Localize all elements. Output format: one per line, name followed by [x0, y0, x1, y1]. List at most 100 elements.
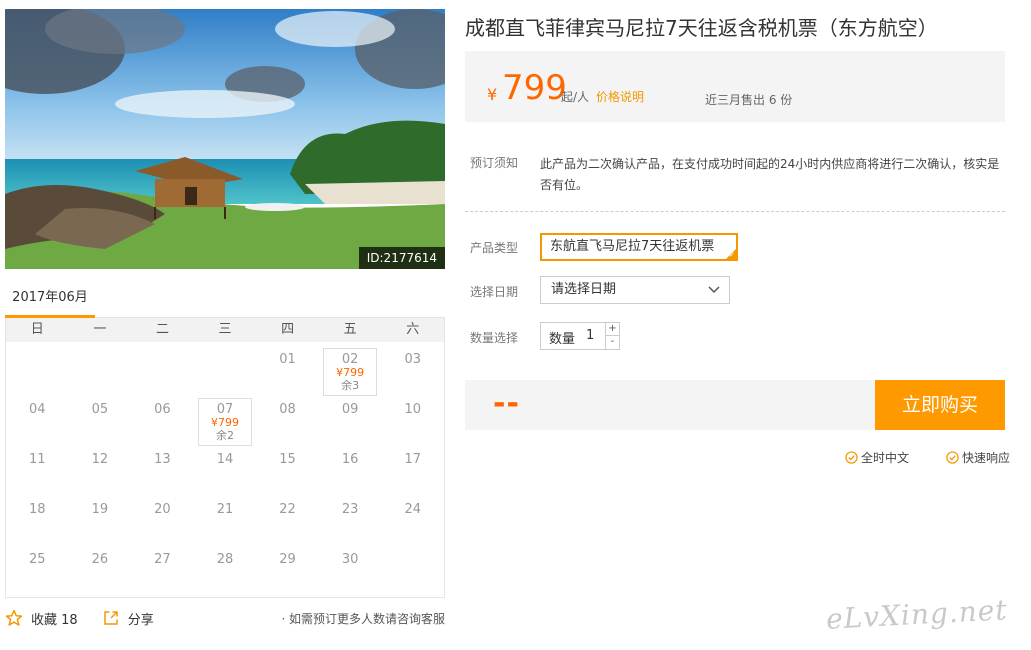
product-title: 成都直飞菲律宾马尼拉7天往返含税机票（东方航空） — [465, 16, 938, 40]
day-number: 16 — [341, 452, 359, 467]
date-select-value: 请选择日期 — [551, 282, 617, 297]
calendar-day: 01 — [256, 346, 319, 396]
calendar-day: 28 — [194, 546, 257, 596]
favorite-button[interactable]: 收藏 18 — [5, 609, 78, 628]
day-number: 28 — [216, 552, 234, 567]
price-explain-link[interactable]: 价格说明 — [596, 88, 644, 105]
calendar-day: 27 — [131, 546, 194, 596]
quantity-stepper: 数量 1 + - — [540, 322, 620, 350]
day-remaining: 余3 — [341, 379, 360, 392]
check-circle-icon — [845, 451, 858, 464]
day-number: 12 — [91, 452, 109, 467]
price-amount: 799 — [502, 68, 567, 108]
calendar-day: 09 — [319, 396, 382, 446]
share-button[interactable]: 分享 — [102, 609, 154, 628]
price-box: ¥ 799 起/人 价格说明 近三月售出 6 份 — [465, 51, 1005, 122]
sold-count: 近三月售出 6 份 — [705, 93, 793, 107]
weekday-label: 二 — [155, 322, 169, 337]
day-remaining: 余2 — [215, 429, 234, 442]
calendar-day: 18 — [6, 496, 69, 546]
booking-notice: 预订须知 此产品为二次确认产品，在支付成功时间起的24小时内供应商将进行二次确认… — [465, 152, 1005, 212]
calendar-day: 24 — [381, 496, 444, 546]
day-number: 07 — [216, 402, 234, 417]
quantity-increase-button[interactable]: + — [605, 323, 619, 336]
service-guarantees: 全时中文 快速响应 — [845, 449, 1010, 466]
share-icon — [103, 611, 118, 625]
day-number: 26 — [91, 552, 109, 567]
day-number: 04 — [29, 402, 46, 417]
photo-id-label: ID:2177614 — [358, 247, 445, 269]
calendar-day: 11 — [6, 446, 69, 496]
day-number: 18 — [29, 502, 46, 517]
calendar-day: 23 — [319, 496, 382, 546]
product-photo: ID:2177614 — [5, 9, 445, 269]
day-number: 09 — [341, 402, 359, 417]
favorite-label: 收藏 18 — [31, 612, 78, 628]
guarantee-item: 全时中文 — [845, 449, 909, 466]
total-price: -- — [493, 386, 520, 421]
star-icon — [5, 609, 23, 626]
calendar-day: 04 — [6, 396, 69, 446]
day-number: 13 — [154, 452, 171, 467]
product-type-label: 产品类型 — [470, 241, 519, 255]
calendar-blank-cell — [194, 346, 257, 396]
product-type-option[interactable]: 东航直飞马尼拉7天往返机票 ✓ — [540, 233, 738, 261]
calendar-grid: 01 02 ¥799 余3 03 04 05 06 07 ¥799 余2 08 09 10 11 12 13 14… — [6, 342, 444, 596]
notice-label: 预订须知 — [470, 156, 519, 170]
quantity-label: 数量选择 — [470, 331, 519, 345]
notice-text: 此产品为二次确认产品，在支付成功时间起的24小时内供应商将进行二次确认，核实是否… — [540, 157, 1000, 192]
day-number: 05 — [91, 402, 109, 417]
currency-symbol: ¥ — [487, 85, 498, 104]
watermark: eLvXing.net — [825, 593, 1009, 636]
calendar-day: 15 — [256, 446, 319, 496]
calendar-day: 08 — [256, 396, 319, 446]
day-number: 21 — [216, 502, 234, 517]
day-number: 27 — [154, 552, 171, 567]
day-number: 15 — [279, 452, 296, 467]
day-number: 24 — [404, 502, 421, 517]
day-number: 02 — [341, 352, 359, 367]
day-number: 20 — [154, 502, 171, 517]
calendar-blank-cell — [6, 346, 69, 396]
calendar-day: 25 — [6, 546, 69, 596]
check-circle-icon — [946, 451, 959, 464]
day-number: 22 — [279, 502, 296, 517]
calendar-month-tab[interactable]: 2017年06月 — [5, 282, 95, 318]
calendar-day-available[interactable]: 02 ¥799 余3 — [319, 346, 382, 396]
buy-now-button[interactable]: 立即购买 — [875, 380, 1005, 430]
check-icon: ✓ — [729, 251, 735, 259]
date-select[interactable]: 请选择日期 — [540, 276, 730, 304]
consult-note: · 如需预订更多人数请咨询客服 — [281, 611, 445, 626]
guarantee-label: 快速响应 — [961, 451, 1010, 465]
chevron-down-icon — [708, 286, 720, 294]
weekday-label: 四 — [281, 322, 295, 337]
calendar-day: 21 — [194, 496, 257, 546]
calendar-blank-cell — [131, 346, 194, 396]
quantity-value[interactable]: 1 — [586, 328, 594, 343]
guarantee-item: 快速响应 — [946, 449, 1010, 466]
calendar-day-available[interactable]: 07 ¥799 余2 — [194, 396, 257, 446]
calendar-day: 19 — [69, 496, 132, 546]
weekday-label: 六 — [406, 322, 420, 337]
day-number: 11 — [29, 452, 46, 467]
beach-hut-image — [5, 9, 445, 269]
day-number: 08 — [279, 402, 296, 417]
product-type-value: 东航直飞马尼拉7天往返机票 — [550, 239, 715, 254]
calendar-blank-cell — [69, 346, 132, 396]
weekday-label: 日 — [30, 322, 44, 337]
calendar-day: 14 — [194, 446, 257, 496]
calendar-day: 13 — [131, 446, 194, 496]
calendar-day: 10 — [381, 396, 444, 446]
weekday-label: 三 — [218, 322, 232, 337]
day-number: 19 — [91, 502, 109, 517]
day-number: 25 — [29, 552, 46, 567]
calendar-day: 03 — [381, 346, 444, 396]
quantity-decrease-button[interactable]: - — [605, 336, 619, 349]
day-price: ¥799 — [336, 366, 365, 379]
price-unit: 起/人 — [561, 90, 590, 104]
share-label: 分享 — [127, 612, 154, 628]
day-price: ¥799 — [210, 416, 239, 429]
day-number: 23 — [341, 502, 359, 517]
calendar-header: 2017年06月 — [5, 282, 445, 318]
calendar-day: 17 — [381, 446, 444, 496]
